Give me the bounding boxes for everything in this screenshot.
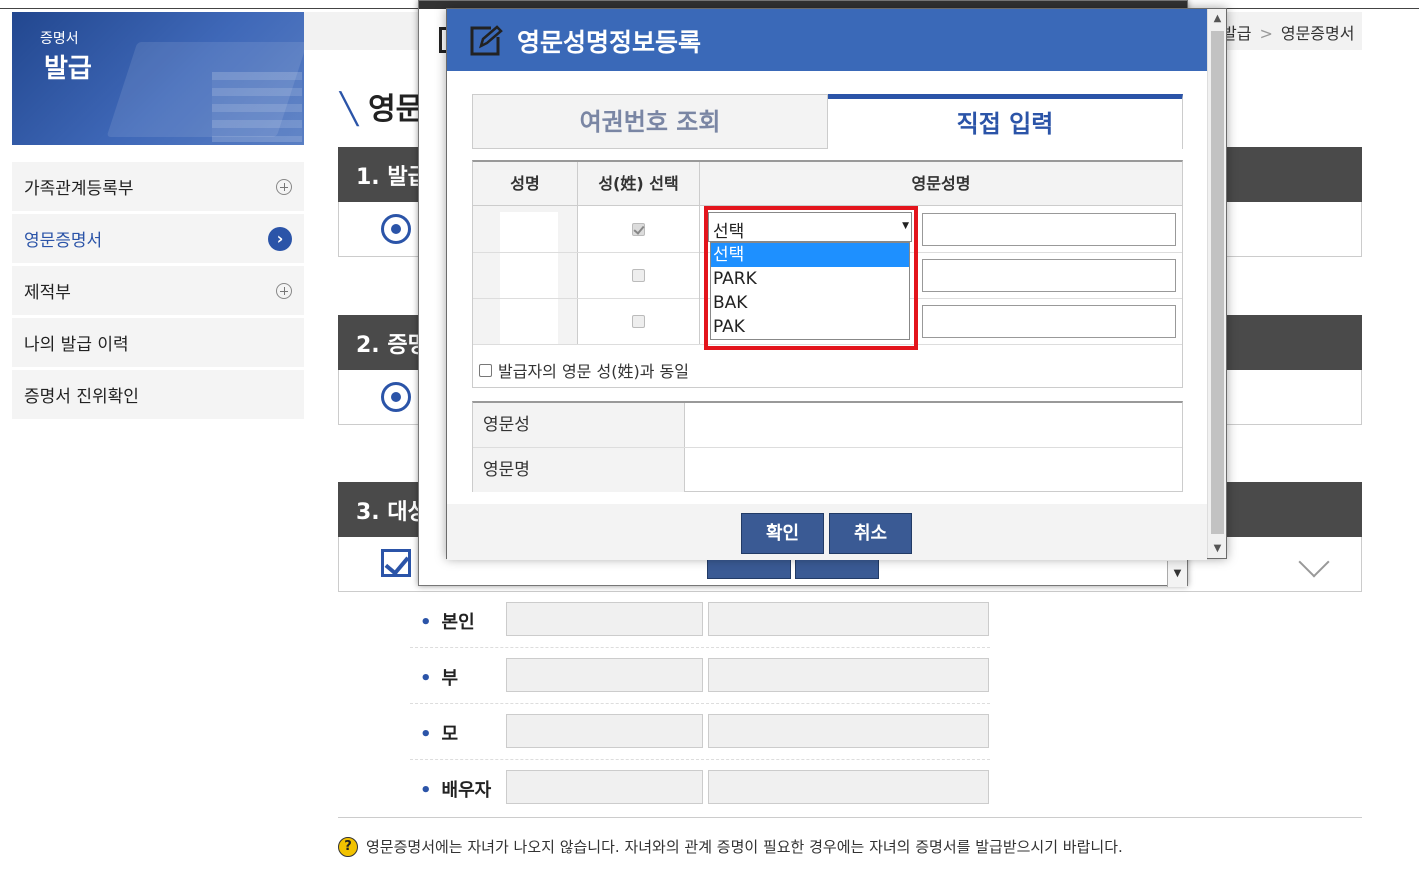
title-tick-icon: ╲ [340,92,359,127]
plus-circle-icon [276,178,292,195]
family-name-field [506,714,703,748]
header-surname-select: 성(姓) 선택 [578,162,700,206]
plus-circle-icon [276,282,292,299]
english-name-input[interactable] [922,259,1176,292]
name-column [473,206,578,344]
same-surname-option[interactable]: 발급자의 영문 성(姓)과 동일 [479,358,689,382]
tab-direct-input[interactable]: 직접 입력 [828,94,1183,149]
family-row-father: 부 [410,648,990,704]
eng-given-label: 영문명 [473,448,685,492]
english-name-input[interactable] [922,305,1176,338]
arrow-right-icon: › [268,226,292,251]
sidebar-item-english-certificate[interactable]: 영문증명서 › [12,214,304,266]
sidebar-item-removal-register[interactable]: 제적부 [12,266,304,318]
radio-selected[interactable] [381,382,411,412]
family-english-field [708,658,989,692]
family-label: 모 [420,720,459,746]
surname-checkbox[interactable] [632,315,645,328]
surname-check-cell [578,206,700,252]
outer-scroll-down[interactable]: ▼ [1167,561,1187,587]
breadcrumb: 발급 > 영문증명서 [1222,20,1354,44]
surname-check-cell [578,298,700,344]
sidebar-item-label: 가족관계등록부 [24,179,134,199]
banner-big-text: 발급 [44,54,92,84]
breadcrumb-separator: > [1259,24,1273,43]
page-title: ╲ 영문 [340,92,424,127]
sidebar-item-my-history[interactable]: 나의 발급 이력 [12,318,304,370]
surname-check-cell [578,252,700,298]
modal-title: 영문성명정보등록 [517,28,702,57]
highlight-box [704,206,918,350]
modal-footer [447,504,1207,560]
edit-icon [470,25,503,56]
same-surname-checkbox[interactable] [479,363,492,377]
books-illustration [212,72,302,142]
sidebar-item-label: 제적부 [24,283,71,303]
surname-checkbox-checked[interactable] [632,223,645,236]
family-label: 배우자 [420,776,492,802]
notice-text: ? 영문증명서에는 자녀가 나오지 않습니다. 자녀와의 관계 증명이 필요한 … [338,836,1123,857]
header-english-name: 영문성명 [700,162,1182,206]
eng-surname-label: 영문성 [473,403,685,447]
header-name: 성명 [473,162,578,206]
modal-scrollbar[interactable]: ▲ ▼ [1207,9,1226,558]
sidebar-item-label: 증명서 진위확인 [24,387,139,407]
family-name-field [506,770,703,804]
sidebar-item-label: 나의 발급 이력 [24,335,129,355]
banner-small-text: 증명서 [40,31,79,47]
name-value-blank [500,212,558,344]
scroll-thumb[interactable] [1211,31,1224,534]
sidebar-item-family-register[interactable]: 가족관계등록부 [12,162,304,214]
family-name-field [506,602,703,636]
family-english-field [708,602,989,636]
same-surname-label: 발급자의 영문 성(姓)과 동일 [498,362,689,381]
checkbox-checked[interactable] [381,549,411,577]
question-icon: ? [338,836,358,857]
family-label: 부 [420,664,459,690]
surname-checkbox[interactable] [632,269,645,282]
family-label: 본인 [420,608,475,634]
family-english-field [708,714,989,748]
family-english-field [708,770,989,804]
scroll-down-arrow[interactable]: ▼ [1208,539,1227,558]
scroll-up-arrow[interactable]: ▲ [1208,9,1227,29]
breadcrumb-current: 영문증명서 [1280,24,1355,43]
sidebar-item-verification[interactable]: 증명서 진위확인 [12,370,304,422]
confirm-button[interactable]: 확인 [741,513,824,554]
family-list: 본인 부 모 배우자 [338,592,1362,818]
tab-passport-lookup[interactable]: 여권번호 조회 [472,94,828,149]
cancel-button[interactable]: 취소 [829,513,912,554]
sidebar-item-label: 영문증명서 [24,231,103,251]
chevron-down-icon[interactable] [1298,546,1330,578]
family-row-self: 본인 [410,592,990,648]
family-row-spouse: 배우자 [410,760,990,816]
family-name-field [506,658,703,692]
modal-header: 영문성명정보등록 [447,9,1207,71]
sidebar-nav: 가족관계등록부 영문증명서 › 제적부 나의 발급 이력 증명서 진위확인 [12,162,304,422]
english-name-input[interactable] [922,213,1176,246]
banner-image: 증명서 발급 [12,12,304,145]
result-table: 영문성 영문명 [472,401,1183,492]
radio-selected[interactable] [381,214,411,244]
family-row-mother: 모 [410,704,990,760]
